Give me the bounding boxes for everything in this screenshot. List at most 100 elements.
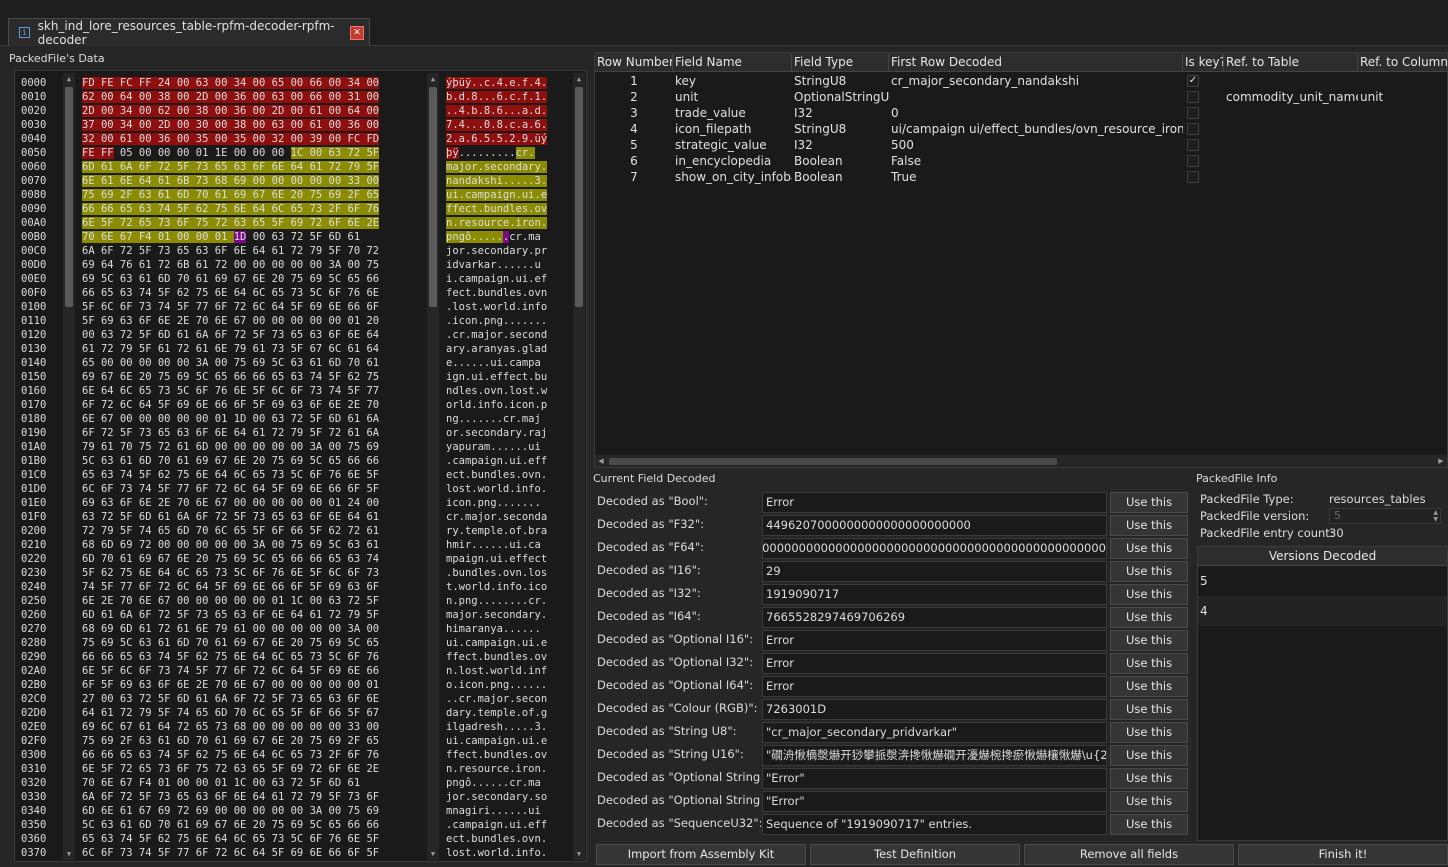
- ascii-line[interactable]: ary.aranyas.glad: [446, 342, 560, 356]
- decoded-value-field[interactable]: Sequence of "1919090717" entries.: [762, 814, 1107, 835]
- hex-segment[interactable]: 00 63 72 5F 6D 61 6A 6F 72 5F 73 65 63 6…: [82, 329, 379, 341]
- ascii-line[interactable]: .icon.png.......: [446, 314, 560, 328]
- is-key-checkbox[interactable]: ✓: [1187, 75, 1199, 87]
- hex-segment[interactable]: 5C 63 61 6D 70 61 69 67 6E 20 75 69 5C 6…: [82, 455, 379, 467]
- hex-segment[interactable]: 6C 6F 73 74 5F 77 6F 72 6C 64 5F 69 6E 6…: [82, 483, 379, 495]
- hex-line[interactable]: 6E 5F 72 65 73 6F 75 72 63 65 5F 69 72 6…: [82, 216, 412, 230]
- ascii-line[interactable]: b.d.8...6.c.f.1.: [446, 90, 560, 104]
- ascii-segment[interactable]: lost.world.info.: [446, 847, 547, 859]
- hex-segment[interactable]: 70 6E 67 F4 01 00 00 01: [82, 231, 234, 243]
- ascii-line[interactable]: n.resource.iron.: [446, 216, 560, 230]
- decoded-value-field[interactable]: "cr_major_secondary_pridvarkar": [762, 722, 1107, 743]
- hex-line[interactable]: 75 69 2F 63 61 6D 70 61 69 67 6E 20 75 6…: [82, 734, 412, 748]
- import-assembly-kit-button[interactable]: Import from Assembly Kit: [596, 844, 806, 865]
- hex-line[interactable]: 68 6D 69 72 00 00 00 00 00 3A 00 75 69 5…: [82, 538, 412, 552]
- table-row[interactable]: 1 key StringU8 cr_major_secondary_nandakshi…: [595, 73, 1447, 89]
- hex-line[interactable]: 6E 5F 6C 6F 73 74 5F 77 6F 72 6C 64 5F 6…: [82, 664, 412, 678]
- ascii-segment[interactable]: pngô.....: [446, 231, 503, 243]
- scroll-down-icon[interactable]: ▼: [427, 848, 439, 860]
- table-cell-row[interactable]: 5: [595, 137, 673, 153]
- hex-segment[interactable]: 6E 67 00 00 00 00 00 01 1D 00 63 72 5F 6…: [82, 413, 379, 425]
- ascii-segment[interactable]: o.icon.png......: [446, 679, 547, 691]
- use-this-button[interactable]: Use this: [1110, 538, 1188, 559]
- table-cell-name[interactable]: in_encyclopedia: [673, 153, 792, 169]
- use-this-button[interactable]: Use this: [1110, 561, 1188, 582]
- column-header[interactable]: Field Type: [792, 53, 889, 72]
- hex-line[interactable]: 37 00 34 00 2D 00 30 00 38 00 63 00 61 0…: [82, 118, 412, 132]
- hex-line[interactable]: 69 5C 63 61 6D 70 61 69 67 6E 20 75 69 5…: [82, 272, 412, 286]
- ascii-line[interactable]: major.secondary.: [446, 160, 560, 174]
- table-row[interactable]: 4 icon_filepath StringU8 ui/campaign ui/eff…: [595, 121, 1447, 137]
- hex-line[interactable]: 61 72 79 5F 61 72 61 6E 79 61 73 5F 67 6…: [82, 342, 412, 356]
- table-cell-first[interactable]: False: [889, 153, 1183, 169]
- hex-segment[interactable]: 6E 2E 70 6E 67 00 00 00 00 00 01 1C 00 6…: [82, 595, 379, 607]
- hex-line[interactable]: 6D 61 6A 6F 72 5F 73 65 63 6F 6E 64 61 7…: [82, 608, 412, 622]
- table-cell-first[interactable]: ui/campaign ui/effect_bundles/ovn_resour…: [889, 121, 1183, 137]
- hex-segment[interactable]: 6D 6E 61 67 69 72 69 00 00 00 00 00 3A 0…: [82, 805, 379, 817]
- ascii-segment[interactable]: mpaign.ui.effect: [446, 553, 547, 565]
- use-this-button[interactable]: Use this: [1110, 492, 1188, 513]
- hex-segment[interactable]: 65 63 74 5F 62 75 6E 64 6C 65 73 5C 6F 7…: [82, 833, 379, 845]
- hex-segment[interactable]: 37 00 34 00 2D 00 30 00 38 00 63 00 61 0…: [82, 119, 380, 131]
- ascii-segment[interactable]: n.png........cr.: [446, 595, 547, 607]
- ascii-segment[interactable]: hmir......ui.ca: [446, 539, 541, 551]
- use-this-button[interactable]: Use this: [1110, 584, 1188, 605]
- ascii-segment[interactable]: t.world.info.ico: [446, 581, 547, 593]
- hex-line[interactable]: 66 66 65 63 74 5F 62 75 6E 64 6C 65 73 2…: [82, 202, 412, 216]
- ascii-line[interactable]: pngô......cr.ma: [446, 230, 560, 244]
- hex-segment[interactable]: 74 5F 77 6F 72 6C 64 5F 69 6E 66 6F 5F 6…: [82, 581, 379, 593]
- hex-segment[interactable]: 66 66 65 63 74 5F 62 75 6E 64 6C 65 73 2…: [82, 749, 379, 761]
- ascii-segment[interactable]: .campaign.ui.eff: [446, 455, 547, 467]
- ascii-line[interactable]: ..4.b.8.6...a.d.: [446, 104, 560, 118]
- decoded-value-field[interactable]: 4496207000000000000000000000: [762, 515, 1107, 536]
- hex-line[interactable]: 5C 63 61 6D 70 61 69 67 6E 20 75 69 5C 6…: [82, 454, 412, 468]
- hex-segment[interactable]: FD FE FC FF 24 00 63 00 34 00 65 00 66 0…: [82, 77, 380, 89]
- hex-line[interactable]: 65 63 74 5F 62 75 6E 64 6C 65 73 5C 6F 7…: [82, 832, 412, 846]
- ascii-line[interactable]: dary.temple.of.g: [446, 706, 560, 720]
- hex-segment[interactable]: 5F 6C 6F 73 74 5F 77 6F 72 6C 64 5F 69 6…: [82, 301, 379, 313]
- ascii-line[interactable]: 2.a.6.5.5.2.9.üý: [446, 132, 560, 146]
- ascii-segment[interactable]: icon.png.......: [446, 497, 541, 509]
- field-definition-table[interactable]: Row Number Field Name Field Type First R…: [594, 52, 1448, 468]
- hex-segment[interactable]: FE FF: [82, 147, 114, 159]
- hex-line[interactable]: 32 00 61 00 36 00 35 00 35 00 32 00 39 0…: [82, 132, 412, 146]
- hex-line[interactable]: 66 66 65 63 74 5F 62 75 6E 64 6C 65 73 5…: [82, 650, 412, 664]
- ascii-line[interactable]: cr.major.seconda: [446, 510, 560, 524]
- table-cell-row[interactable]: 4: [595, 121, 673, 137]
- is-key-checkbox[interactable]: [1187, 107, 1199, 119]
- ascii-segment[interactable]: cr.: [515, 147, 535, 159]
- hex-line[interactable]: FE FF 05 00 00 00 01 1E 00 00 00 1C 00 6…: [82, 146, 412, 160]
- ascii-segment[interactable]: ect.bundles.ovn.: [446, 469, 547, 481]
- use-this-button[interactable]: Use this: [1110, 791, 1188, 812]
- hex-segment[interactable]: 6D 61 6A 6F 72 5F 73 65 63 6F 6E 64 61 7…: [82, 609, 379, 621]
- table-cell-name[interactable]: strategic_value: [673, 137, 792, 153]
- offset-scrollbar[interactable]: ▲ ▼: [63, 73, 75, 860]
- hex-line[interactable]: 66 66 65 63 74 5F 62 75 6E 64 6C 65 73 2…: [82, 748, 412, 762]
- ascii-line[interactable]: ui.campaign.ui.e: [446, 188, 560, 202]
- decoded-value-field[interactable]: "Error": [762, 768, 1107, 789]
- scroll-right-icon[interactable]: ▶: [1435, 455, 1447, 467]
- hex-segment[interactable]: 62 00 64 00 38 00 2D 00 36 00 63 00 66 0…: [82, 91, 380, 103]
- ascii-segment[interactable]: .cr.major.second: [446, 329, 547, 341]
- hex-line[interactable]: 65 00 00 00 00 00 3A 00 75 69 5C 63 61 6…: [82, 356, 412, 370]
- ascii-line[interactable]: ui.campaign.ui.e: [446, 734, 560, 748]
- table-cell-ref-column[interactable]: [1358, 121, 1447, 137]
- table-cell-ref-table[interactable]: [1224, 105, 1358, 121]
- hex-segment[interactable]: 68 69 6D 61 72 61 6E 79 61 00 00 00 00 0…: [82, 623, 379, 635]
- table-cell-ref-table[interactable]: commodity_unit_names: [1224, 89, 1358, 105]
- ascii-segment[interactable]: ui.campaign.ui.e: [446, 735, 547, 747]
- ascii-line[interactable]: mnagiri......ui: [446, 804, 560, 818]
- hex-segment[interactable]: 75 69 2F 63 61 6D 70 61 69 67 6E 20 75 6…: [82, 189, 380, 201]
- table-cell-ref-column[interactable]: [1358, 73, 1447, 89]
- finish-button[interactable]: Finish it!: [1238, 844, 1448, 865]
- table-cell-ref-column[interactable]: [1358, 105, 1447, 121]
- hex-segment[interactable]: 69 6C 67 61 64 72 65 73 68 00 00 00 00 0…: [82, 721, 379, 733]
- hex-line[interactable]: 69 63 6F 6E 2E 70 6E 67 00 00 00 00 00 0…: [82, 496, 412, 510]
- hex-segment[interactable]: 6D 70 61 69 67 6E 20 75 69 5C 65 66 66 6…: [82, 553, 379, 565]
- ascii-segment[interactable]: himaranya......: [446, 623, 541, 635]
- ascii-segment[interactable]: ffect.bundles.ov: [446, 749, 547, 761]
- use-this-button[interactable]: Use this: [1110, 515, 1188, 536]
- hex-segment[interactable]: 65 00 00 00 00 00 3A 00 75 69 5C 63 61 6…: [82, 357, 379, 369]
- hex-line[interactable]: 6E 5F 72 65 73 6F 75 72 63 65 5F 69 72 6…: [82, 762, 412, 776]
- decoded-value-field[interactable]: 0000000000000000000000000000000000000000…: [762, 538, 1107, 559]
